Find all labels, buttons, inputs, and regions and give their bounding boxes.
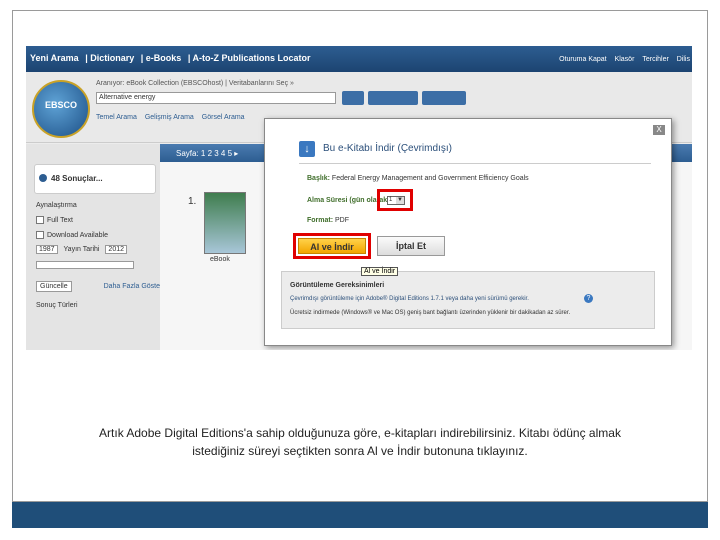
format-value: PDF [335,217,350,224]
dialog-title: Bu e-Kitabı İndir (Çevrimdışı) [323,143,452,154]
get-button-highlight: Al ve İndir [293,233,371,259]
search-options-button[interactable] [368,91,418,105]
update-button[interactable]: Güncelle [36,281,72,292]
footer-bar [12,502,708,528]
refine-heading: Aynalaştırma [36,202,77,209]
checkout-download-button[interactable]: Al ve İndir [298,238,366,254]
nav-ebooks[interactable]: | e-Books [141,53,182,63]
page-numbers[interactable]: Sayfa: 1 2 3 4 5 ▸ [176,149,238,158]
checkbox-icon[interactable] [36,231,44,239]
search-input[interactable]: Alternative energy [96,92,336,104]
advanced-search-link[interactable]: Gelişmiş Arama [145,114,194,121]
loan-period-value: 1 [389,197,393,203]
close-button[interactable]: X [653,125,665,135]
search-mode-links: Temel Arama Gelişmiş Arama Görsel Arama [96,114,251,121]
slide-caption: Artık Adobe Digital Editions'a sahip old… [40,424,680,460]
year-range: 1987 Yayın Tarihi 2012 [36,245,168,254]
nav-new-search[interactable]: Yeni Arama [30,53,79,63]
download-dialog: X ↓ Bu e-Kitabı İndir (Çevrimdışı) Başlı… [264,118,672,346]
loan-period-select[interactable]: 1 ▼ [387,196,405,205]
button-tooltip: Al ve İndir [361,267,399,276]
update-row: Güncelle Daha Fazla Göster » [36,281,169,292]
nav-preferences[interactable]: Tercihler [642,56,668,63]
refine-filters: Aynalaştırma Full Text Download Availabl… [36,202,168,316]
nav-dictionary[interactable]: | Dictionary [85,53,134,63]
year-from-field[interactable]: 1987 [36,245,58,254]
year-slider[interactable] [36,261,134,269]
visual-search-link[interactable]: Görsel Arama [202,114,245,121]
nav-logout[interactable]: Oturuma Kapat [559,56,606,63]
filter-full-text[interactable]: Full Text [36,216,168,224]
requirements-line-2: Ücretsiz indirmede (Windows® ve Mac OS) … [290,310,571,316]
caption-line-2: istediğiniz süreyi seçtikten sonra Al ve… [192,444,528,458]
left-panel: 48 Sonuçlar... Aynalaştırma Full Text Do… [26,144,168,350]
requirements-box: Görüntüleme Gereksinimleri Çevrimdışı gö… [281,271,655,329]
ebsco-logo: EBSCO [32,80,90,138]
dialog-divider [299,163,651,164]
show-more-link[interactable]: Daha Fazla Göster » [104,283,169,290]
year-to-field[interactable]: 2012 [105,245,127,254]
book-cover[interactable] [204,192,246,254]
title-row: Başlık: Federal Energy Management and Go… [307,175,529,182]
search-button[interactable] [342,91,364,105]
format-row: Format: PDF [307,217,349,224]
nav-atoz[interactable]: | A-to-Z Publications Locator [188,53,311,63]
cancel-button[interactable]: İptal Et [377,236,445,256]
results-icon [39,174,47,182]
nav-folder[interactable]: Klasör [615,56,635,63]
checkbox-icon[interactable] [36,216,44,224]
filter-download-available[interactable]: Download Available [36,231,168,239]
title-label: Başlık: [307,175,330,182]
chevron-down-icon[interactable]: ▼ [396,197,404,204]
logo-text: EBSCO [44,100,77,110]
year-label: Yayın Tarihi [63,246,100,253]
results-count-box[interactable]: 48 Sonuçlar... [34,164,156,194]
title-value: Federal Energy Management and Government… [331,175,529,182]
format-label: Format: [307,217,334,224]
basic-search-link[interactable]: Temel Arama [96,114,137,121]
requirements-line-1[interactable]: Çevrimdışı görüntüleme için Adobe® Digit… [290,296,529,302]
download-icon: ↓ [299,141,315,157]
result-format: eBook [210,256,230,263]
search-database-label: Aranıyor: eBook Collection (EBSCOhost) |… [96,80,294,87]
results-count: 48 Sonuçlar... [51,174,103,183]
search-help-button[interactable] [422,91,466,105]
result-types-heading: Sonuç Türleri [36,302,78,309]
caption-line-1: Artık Adobe Digital Editions'a sahip old… [99,426,621,440]
result-number: 1. [188,196,197,207]
top-nav: Yeni Arama | Dictionary | e-Books | A-to… [26,46,692,72]
screenshot: Yeni Arama | Dictionary | e-Books | A-to… [26,46,692,350]
nav-language[interactable]: Dilis [677,56,690,63]
help-icon[interactable]: ? [584,294,593,303]
requirements-heading: Görüntüleme Gereksinimleri [290,282,385,289]
